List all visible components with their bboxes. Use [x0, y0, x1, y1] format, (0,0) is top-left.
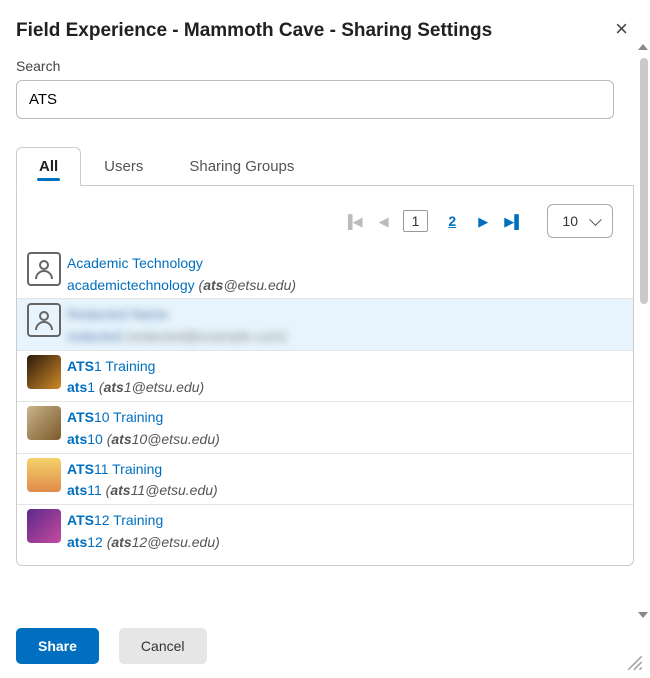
search-label: Search [16, 58, 634, 74]
result-row[interactable]: Redacted Name redacted (redacted@example.… [17, 298, 633, 349]
dialog-header: Field Experience - Mammoth Cave - Sharin… [16, 14, 634, 58]
pagination: ▐◀ ◀ 1 2 ▶ ▶▌ 10 [17, 186, 633, 248]
per-page-select[interactable]: 10 [547, 204, 613, 238]
result-text: ATS11 Training ats11 (ats11@etsu.edu) [67, 456, 218, 502]
user-icon [27, 252, 61, 286]
tab-all[interactable]: All [16, 147, 81, 186]
search-section: Search [16, 58, 634, 119]
redacted-email: (redacted@example.com) [125, 328, 286, 344]
result-email: (ats12@etsu.edu) [107, 534, 220, 550]
result-email: (ats10@etsu.edu) [107, 431, 220, 447]
result-name-link[interactable]: ATS11 Training [67, 461, 162, 477]
share-button[interactable]: Share [16, 628, 99, 664]
result-text: ATS1 Training ats1 (ats1@etsu.edu) [67, 353, 204, 399]
results-list: Academic Technology academictechnology (a… [17, 248, 633, 555]
result-row[interactable]: ATS12 Training ats12 (ats12@etsu.edu) [17, 504, 633, 555]
redacted-name: Redacted Name [67, 306, 168, 322]
result-text: Academic Technology academictechnology (a… [67, 250, 296, 296]
result-row[interactable]: ATS11 Training ats11 (ats11@etsu.edu) [17, 453, 633, 504]
result-name-link[interactable]: Academic Technology [67, 255, 203, 271]
page-2-link[interactable]: 2 [440, 211, 464, 231]
redacted-user: redacted [67, 328, 121, 344]
resize-grip-icon[interactable] [626, 654, 644, 672]
scroll-down-icon[interactable] [638, 612, 648, 618]
avatar [27, 509, 61, 543]
user-icon [27, 303, 61, 337]
result-row[interactable]: ATS1 Training ats1 (ats1@etsu.edu) [17, 350, 633, 401]
result-username-link[interactable]: ats11 [67, 482, 102, 498]
page-next-icon[interactable]: ▶ [474, 213, 492, 230]
result-username-link[interactable]: ats12 [67, 534, 103, 550]
result-name-link[interactable]: ATS1 Training [67, 358, 155, 374]
page-last-icon[interactable]: ▶▌ [500, 213, 527, 230]
avatar [27, 458, 61, 492]
scrollbar-thumb[interactable] [640, 58, 648, 304]
page-prev-icon: ◀ [375, 213, 393, 230]
cancel-button[interactable]: Cancel [119, 628, 207, 664]
tab-sharing-groups[interactable]: Sharing Groups [166, 147, 317, 185]
result-email: (ats@etsu.edu) [199, 277, 297, 293]
result-username-link[interactable]: ats10 [67, 431, 103, 447]
result-email: (ats11@etsu.edu) [106, 482, 218, 498]
close-icon[interactable]: × [609, 14, 634, 44]
tab-users[interactable]: Users [81, 147, 166, 185]
result-name-link[interactable]: ATS12 Training [67, 512, 163, 528]
result-row[interactable]: Academic Technology academictechnology (a… [17, 248, 633, 298]
result-text: ATS10 Training ats10 (ats10@etsu.edu) [67, 404, 220, 450]
dialog-footer: Share Cancel [16, 628, 207, 664]
search-input[interactable] [16, 80, 614, 119]
result-email: (ats1@etsu.edu) [99, 379, 204, 395]
result-text: Redacted Name redacted (redacted@example.… [67, 301, 287, 347]
page-first-icon: ▐◀ [339, 213, 366, 230]
result-name-link[interactable]: ATS10 Training [67, 409, 163, 425]
result-text: ATS12 Training ats12 (ats12@etsu.edu) [67, 507, 220, 553]
avatar [27, 406, 61, 440]
dialog-title: Field Experience - Mammoth Cave - Sharin… [16, 20, 492, 42]
result-username-link[interactable]: academictechnology [67, 277, 195, 293]
avatar [27, 355, 61, 389]
sharing-settings-dialog: Field Experience - Mammoth Cave - Sharin… [0, 0, 650, 678]
per-page-value: 10 [562, 213, 578, 229]
result-username-link[interactable]: ats1 [67, 379, 95, 395]
page-current: 1 [403, 210, 429, 232]
result-row[interactable]: ATS10 Training ats10 (ats10@etsu.edu) [17, 401, 633, 452]
tab-panel: ▐◀ ◀ 1 2 ▶ ▶▌ 10 Academic Technology acad… [16, 186, 634, 566]
content-area: All Users Sharing Groups ▐◀ ◀ 1 2 ▶ ▶▌ 1… [16, 147, 634, 566]
scroll-up-icon[interactable] [638, 44, 648, 50]
tab-bar: All Users Sharing Groups [16, 147, 634, 186]
